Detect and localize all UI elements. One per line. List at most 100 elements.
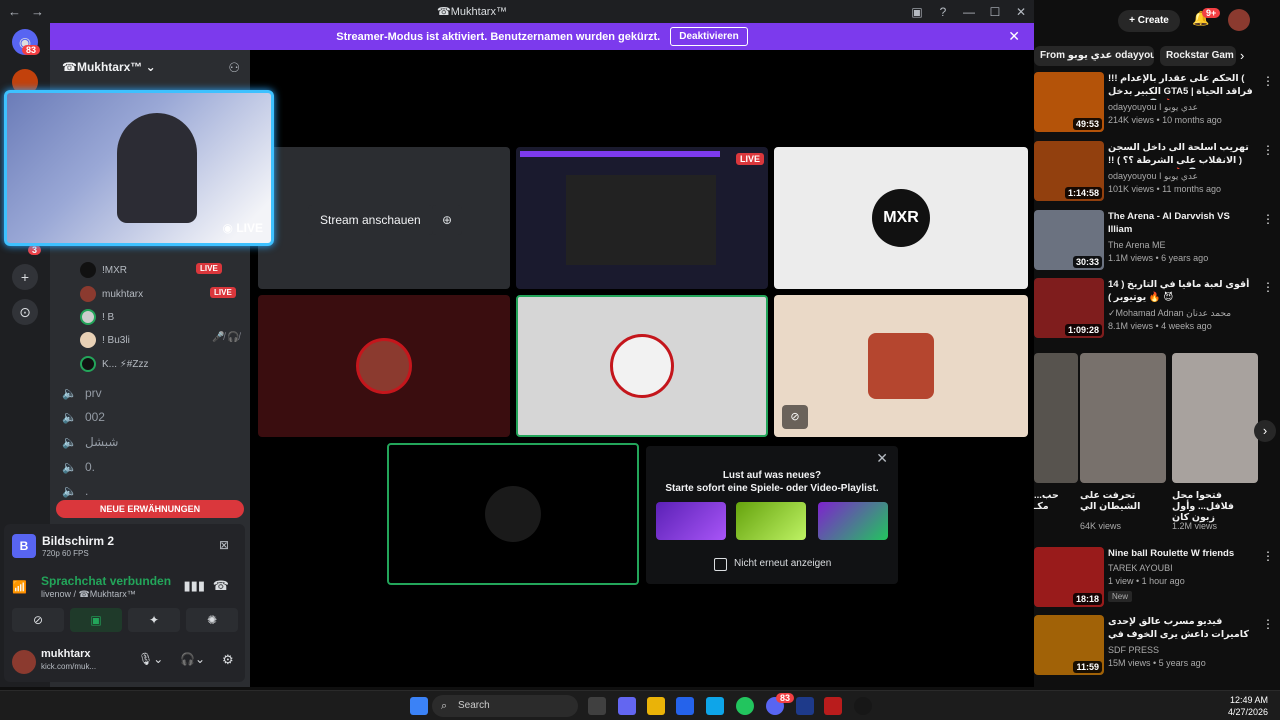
voice-channel[interactable]: 🔈 prv: [62, 386, 102, 400]
video-title[interactable]: أقوى لعبة مافيا في التاريخ ( 14 يوتيوبر …: [1108, 278, 1254, 304]
steam-icon[interactable]: [796, 697, 814, 715]
video-title[interactable]: !!! الحكم على عقدار بالإعدام ( الكبير بد…: [1108, 72, 1254, 100]
chevron-right-icon[interactable]: ›: [1240, 48, 1244, 63]
video-item[interactable]: 1:14:58 تهريب اسلحة الى داخل السجن ( الا…: [1034, 141, 1280, 207]
activities-button[interactable]: ✦: [128, 608, 180, 632]
deactivate-button[interactable]: Deaktivieren: [670, 27, 748, 46]
headphones-icon[interactable]: 🎧⌄: [180, 652, 205, 666]
user-tile[interactable]: MXR: [774, 147, 1028, 289]
short-thumbnail[interactable]: [1034, 353, 1078, 483]
voice-user[interactable]: ! B: [80, 309, 114, 325]
video-thumbnail[interactable]: 30:33: [1034, 210, 1104, 270]
voice-user[interactable]: !MXR: [80, 262, 127, 278]
outlook-icon[interactable]: [706, 697, 724, 715]
minimize-icon[interactable]: —: [956, 5, 982, 19]
video-thumbnail[interactable]: 18:18: [1034, 547, 1104, 607]
video-title[interactable]: تهريب اسلحة الى داخل السجن ( الانقلاب عل…: [1108, 141, 1254, 169]
video-item[interactable]: 49:53 !!! الحكم على عقدار بالإعدام ( الك…: [1034, 72, 1280, 138]
create-button[interactable]: + Create: [1118, 10, 1180, 32]
stream-tile[interactable]: Stream anschauen ⊕: [258, 147, 510, 289]
video-title[interactable]: فيديو مسرب عالق لإحدى كاميرات داعش يرى ا…: [1108, 615, 1254, 643]
video-channel[interactable]: odayyouyou I عدي يوبو: [1108, 171, 1198, 182]
voice-user[interactable]: K... ⚡#Zzz: [80, 356, 148, 372]
app-icon[interactable]: [824, 697, 842, 715]
camera-off-button[interactable]: ⊘: [12, 608, 64, 632]
short-thumbnail[interactable]: [1080, 353, 1166, 483]
voice-user[interactable]: ! Bu3li: [80, 332, 130, 348]
promo-close-icon[interactable]: ✕: [876, 450, 888, 467]
activity-thumb[interactable]: [656, 502, 726, 540]
speaking-user-tile[interactable]: [516, 295, 768, 437]
short-title[interactable]: حب... مكـ: [1034, 490, 1074, 512]
video-item[interactable]: 30:33 The Arena - Al Darvvish VS Illiam …: [1034, 210, 1280, 276]
video-item[interactable]: 11:59 فيديو مسرب عالق لإحدى كاميرات داعش…: [1034, 615, 1280, 681]
settings-icon[interactable]: ⚙: [222, 652, 234, 668]
more-icon[interactable]: ⋮: [1262, 617, 1274, 631]
more-icon[interactable]: ⋮: [1262, 549, 1274, 563]
video-thumbnail[interactable]: 1:14:58: [1034, 141, 1104, 201]
file-explorer-icon[interactable]: [647, 697, 665, 715]
inbox-icon[interactable]: ▣: [904, 5, 930, 19]
voice-user[interactable]: mukhtarx: [80, 286, 143, 302]
video-channel[interactable]: The Arena ME: [1108, 240, 1166, 250]
user-tile[interactable]: [258, 295, 510, 437]
soundboard-button[interactable]: ✺: [186, 608, 238, 632]
short-thumbnail[interactable]: [1172, 353, 1258, 483]
video-thumbnail[interactable]: 1:09:28: [1034, 278, 1104, 338]
banner-close-icon[interactable]: ✕: [1008, 28, 1020, 45]
task-view-icon[interactable]: [588, 697, 606, 715]
chrome-icon[interactable]: [736, 697, 754, 715]
activity-thumb[interactable]: [818, 502, 888, 540]
server-name[interactable]: ☎Mukhtarx™ ⌄: [62, 60, 156, 74]
live-stream-tile[interactable]: LIVE: [516, 147, 768, 289]
voice-channel[interactable]: 🔈 شبشل: [62, 435, 118, 449]
taskbar-search[interactable]: ⌕ Search: [432, 695, 578, 717]
video-item[interactable]: 1:09:28 أقوى لعبة مافيا في التاريخ ( 14 …: [1034, 278, 1280, 344]
filter-chip[interactable]: From عدي يوبو odayyouyou I: [1034, 46, 1154, 66]
screenshare-button[interactable]: ▣: [70, 608, 122, 632]
filter-chip[interactable]: Rockstar Gam: [1160, 46, 1236, 66]
windows-start-icon[interactable]: [410, 697, 428, 715]
connected-channel[interactable]: livenow / ☎Mukhtarx™: [41, 589, 136, 600]
avatar[interactable]: [1228, 9, 1250, 31]
system-clock[interactable]: 12:49 AM 4/27/2026: [1228, 694, 1268, 718]
video-item[interactable]: 18:18 Nine ball Roulette W friends TAREK…: [1034, 547, 1280, 613]
video-title[interactable]: The Arena - Al Darvvish VS Illiam: [1108, 210, 1254, 236]
short-title[interactable]: تحرفت على الشيطان الي: [1080, 490, 1156, 512]
watch-stream-button[interactable]: Stream anschauen: [308, 205, 433, 235]
disconnect-icon[interactable]: ☎: [213, 578, 229, 594]
back-icon[interactable]: ←: [8, 4, 21, 19]
video-channel[interactable]: odayyouyou I عدي يوبو: [1108, 102, 1198, 113]
store-icon[interactable]: [676, 697, 694, 715]
video-channel[interactable]: TAREK AYOUBI: [1108, 563, 1173, 573]
voice-channel[interactable]: 🔈.: [62, 484, 88, 498]
user-tile[interactable]: ⊘: [774, 295, 1028, 437]
explore-icon[interactable]: ⊙: [12, 299, 38, 325]
video-channel[interactable]: SDF PRESS: [1108, 645, 1159, 655]
stop-stream-icon[interactable]: ⊠: [219, 538, 229, 552]
widgets-icon[interactable]: [618, 697, 636, 715]
more-icon[interactable]: ⋮: [1262, 143, 1274, 157]
popout-icon[interactable]: ⊕: [432, 205, 462, 235]
voice-channel[interactable]: 🔈 0.: [62, 460, 95, 474]
add-server-icon[interactable]: +: [12, 264, 38, 290]
video-title[interactable]: Nine ball Roulette W friends: [1108, 547, 1254, 560]
noise-suppression-icon[interactable]: ▮▮▮: [184, 578, 205, 594]
obs-icon[interactable]: [854, 697, 872, 715]
more-icon[interactable]: ⋮: [1262, 212, 1274, 226]
new-mentions-button[interactable]: NEUE ERWÄHNUNGEN: [56, 500, 244, 518]
more-icon[interactable]: ⋮: [1262, 280, 1274, 294]
chevron-right-icon[interactable]: ›: [1254, 420, 1276, 442]
voice-channel[interactable]: 🔈 002: [62, 410, 105, 424]
video-channel[interactable]: ✓Mohamad Adnan محمد عدنان: [1108, 308, 1231, 319]
maximize-icon[interactable]: ☐: [982, 5, 1008, 19]
avatar[interactable]: [12, 650, 36, 674]
mic-icon[interactable]: 🎙⌄: [138, 652, 163, 666]
speaking-user-tile[interactable]: [387, 443, 639, 585]
more-icon[interactable]: ⋮: [1262, 74, 1274, 88]
activity-thumb[interactable]: [736, 502, 806, 540]
video-thumbnail[interactable]: 11:59: [1034, 615, 1104, 675]
help-icon[interactable]: ?: [930, 5, 956, 19]
add-friend-icon[interactable]: ⚇: [228, 60, 240, 76]
close-icon[interactable]: ✕: [1008, 5, 1034, 19]
